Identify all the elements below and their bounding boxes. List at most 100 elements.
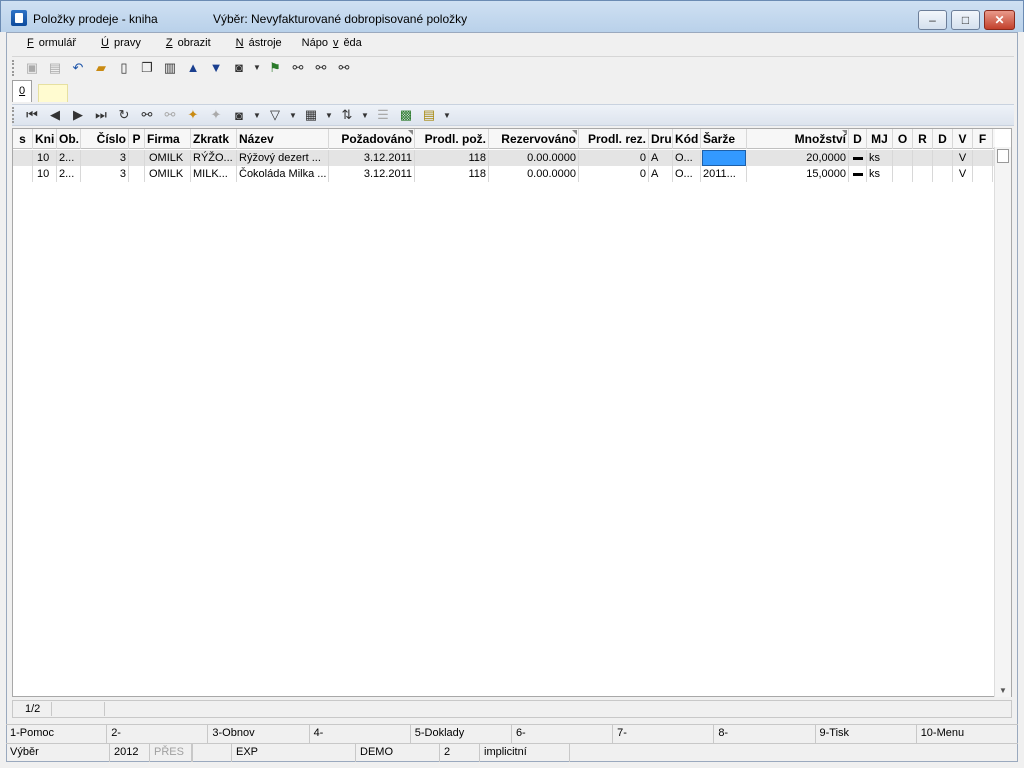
book-icon[interactable]: ▥ [160, 58, 180, 78]
cell-cislo: 3 [81, 166, 129, 182]
copy-icon[interactable]: ❐ [137, 58, 157, 78]
cell-zkratka: MILK... [191, 166, 237, 182]
last-record-icon[interactable]: ⏭ [91, 105, 111, 125]
undo-icon[interactable]: ↶ [68, 58, 88, 78]
find-icon[interactable]: ⚯ [137, 105, 157, 125]
filter-dropdown-icon[interactable]: ▼ [288, 105, 298, 125]
col-d2[interactable]: D [933, 129, 953, 149]
col-s[interactable]: s [13, 129, 33, 149]
maximize-button[interactable]: □ [951, 10, 980, 30]
binoculars-icon[interactable]: ⚯ [288, 58, 308, 78]
sort-icon[interactable]: ⇅ [337, 105, 357, 125]
toolbar-grip[interactable] [12, 107, 16, 123]
window-title-bar[interactable]: Položky prodeje - kniha Výběr: Nevyfaktu… [0, 0, 1024, 32]
menu-nastroje[interactable]: Nástroje [221, 34, 292, 54]
scrollbar-thumb[interactable] [997, 149, 1009, 163]
scroll-down-icon[interactable]: ▼ [999, 686, 1007, 695]
col-rezervovano[interactable]: Rezervováno [489, 129, 579, 149]
col-prodl-rez[interactable]: Prodl. rez. [579, 129, 649, 149]
report-icon[interactable]: ▤ [419, 105, 439, 125]
cell-r [913, 166, 933, 182]
col-zkratka[interactable]: Zkratk [191, 129, 237, 149]
camera-dropdown-icon[interactable]: ▼ [252, 58, 262, 78]
fkey-8[interactable]: 8- [714, 725, 816, 743]
fkey-5[interactable]: 5-Doklady [411, 725, 512, 743]
arrow-down-icon[interactable]: ▼ [206, 58, 226, 78]
camera-dropdown-icon[interactable]: ▼ [252, 105, 262, 125]
next-record-icon[interactable]: ▶ [68, 105, 88, 125]
cell-ob: 2... [57, 150, 81, 166]
data-grid[interactable]: s Kni Ob. Číslo P Firma Zkratk Název Pož… [12, 128, 1012, 697]
col-kod[interactable]: Kód [673, 129, 701, 149]
col-p[interactable]: P [129, 129, 145, 149]
cell-d [849, 150, 867, 166]
columns-dropdown-icon[interactable]: ▼ [324, 105, 334, 125]
new-document-icon[interactable]: ▯ [114, 58, 134, 78]
tab-0[interactable]: 0 [12, 80, 33, 102]
refresh-icon[interactable]: ↻ [114, 105, 134, 125]
toolbar-grip[interactable] [12, 59, 16, 76]
col-firma[interactable]: Firma [145, 129, 191, 149]
col-pozadovano[interactable]: Požadováno [329, 129, 415, 149]
col-ob[interactable]: Ob. [57, 129, 81, 149]
menu-napoveda[interactable]: Nápo v ěda [292, 34, 372, 54]
tab-empty[interactable] [38, 84, 69, 102]
menu-formular[interactable]: Formulář [12, 34, 86, 54]
col-cislo[interactable]: Číslo [81, 129, 129, 149]
col-prodl-poz[interactable]: Prodl. pož. [415, 129, 489, 149]
filter-icon[interactable]: ▽ [265, 105, 285, 125]
col-nazev[interactable]: Název [237, 129, 329, 149]
camera-icon[interactable]: ◙ [229, 58, 249, 78]
binoculars-prev-icon[interactable]: ⚯ [334, 58, 354, 78]
vertical-scrollbar[interactable]: ▼ [994, 147, 1011, 697]
window-subtitle: Výběr: Nevyfakturované dobropisované pol… [213, 12, 468, 26]
fkey-9[interactable]: 9-Tisk [816, 725, 917, 743]
fkey-7[interactable]: 7- [613, 725, 715, 743]
report-dropdown-icon[interactable]: ▼ [442, 105, 452, 125]
cell-dru: A [649, 166, 673, 182]
camera-icon[interactable]: ◙ [229, 105, 249, 125]
binoculars-next-icon[interactable]: ⚯ [311, 58, 331, 78]
close-button[interactable]: ✕ [984, 10, 1015, 30]
remove-icon[interactable]: ✦ [206, 105, 226, 125]
col-mnozstvi[interactable]: Množství [747, 129, 849, 149]
list-icon[interactable]: ☰ [373, 105, 393, 125]
col-o[interactable]: O [893, 129, 913, 149]
first-record-icon[interactable]: ⏮ [22, 105, 42, 125]
add-icon[interactable]: ✦ [183, 105, 203, 125]
table-row[interactable]: 10 2... 3 OMILK MILK... Čokoláda Milka .… [13, 166, 995, 182]
arrow-up-icon[interactable]: ▲ [183, 58, 203, 78]
col-sarze[interactable]: Šarže [701, 129, 747, 149]
col-d[interactable]: D [849, 129, 867, 149]
col-r[interactable]: R [913, 129, 933, 149]
save-all-icon[interactable]: ▤ [45, 58, 65, 78]
prev-record-icon[interactable]: ◀ [45, 105, 65, 125]
open-folder-icon[interactable]: ▰ [91, 58, 111, 78]
table-row[interactable]: 10 2... 3 OMILK RÝŽO... Rýžový dezert ..… [13, 150, 995, 166]
menu-zobrazit[interactable]: Zobrazit [151, 34, 221, 54]
save-icon[interactable]: ▣ [22, 58, 42, 78]
col-dru[interactable]: Dru [649, 129, 673, 149]
col-v[interactable]: V [953, 129, 973, 149]
minimize-button[interactable]: – [918, 10, 947, 30]
window-title: Položky prodeje - kniha [33, 12, 158, 26]
export-icon[interactable]: ▩ [396, 105, 416, 125]
fkey-2[interactable]: 2- [107, 725, 209, 743]
columns-icon[interactable]: ▦ [301, 105, 321, 125]
cell-d2 [933, 166, 953, 182]
col-kni[interactable]: Kni [33, 129, 57, 149]
fkey-3[interactable]: 3-Obnov [208, 725, 310, 743]
sort-dropdown-icon[interactable]: ▼ [360, 105, 370, 125]
fkey-4[interactable]: 4- [310, 725, 411, 743]
fkey-1[interactable]: 1-Pomoc [6, 725, 108, 743]
cell-p [129, 150, 145, 166]
cell-sarze-active[interactable] [702, 150, 746, 166]
find-next-icon[interactable]: ⚯ [160, 105, 180, 125]
fkey-6[interactable]: 6- [512, 725, 614, 743]
col-f[interactable]: F [973, 129, 993, 149]
fkey-10[interactable]: 10-Menu [917, 725, 1018, 743]
cell-rezervovano: 0.00.0000 [489, 150, 579, 166]
binoculars-flag-icon[interactable]: ⚑ [265, 58, 285, 78]
menu-upravy[interactable]: Úpravy [86, 34, 151, 54]
col-mj[interactable]: MJ [867, 129, 893, 149]
